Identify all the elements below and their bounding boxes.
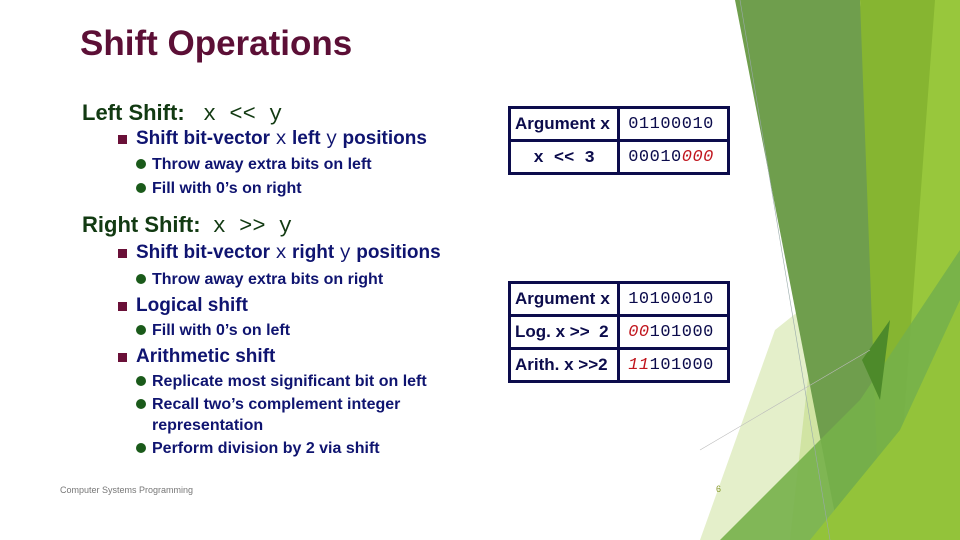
right-shift-table: Argument x 10100010 Log. x >> 2 00101000… [507, 281, 730, 383]
left-shift-bullet: Shift bit-vector x left y positions [118, 128, 427, 150]
bullet-text: Shift bit-vector [136, 128, 276, 149]
row-value: 11101000 [617, 347, 730, 383]
var-x: x [275, 128, 287, 150]
arithmetic-shift-bullet: Arithmetic shift [117, 346, 276, 367]
value-bits: 101000 [649, 322, 714, 342]
bullet-dot-icon [136, 399, 146, 409]
value-bits-highlight: 00 [628, 322, 650, 342]
arith-sub-1: Replicate most significant bit on left [136, 371, 427, 392]
bullet-dot-icon [136, 183, 146, 193]
table-row: x << 3 00010000 [507, 139, 730, 175]
sub-text: Recall two’s complement integer [152, 396, 401, 413]
bullet-text: Shift bit-vector [136, 242, 276, 263]
sub-text: Throw away extra bits on left [152, 156, 372, 173]
logical-sub-1: Fill with 0’s on left [136, 320, 291, 341]
left-shift-heading: Left Shift: x << y [82, 100, 282, 127]
row-label: Argument x [507, 281, 621, 317]
left-shift-expr: x << y [203, 102, 283, 127]
footer-text: Computer Systems Programming [60, 485, 194, 495]
value-bits-highlight: 000 [681, 147, 714, 167]
value-bits: 10100010 [628, 289, 714, 309]
sub-text: Perform division by 2 via shift [152, 440, 380, 457]
bullet-dot-icon [136, 443, 146, 453]
bullet-text: left [286, 128, 326, 149]
row-value: 00010000 [617, 139, 730, 175]
arith-sub-3: Perform division by 2 via shift [136, 438, 380, 459]
left-shift-sub-2: Fill with 0’s on right [136, 178, 302, 199]
label-text: Argument [515, 288, 600, 308]
row-value: 00101000 [617, 314, 730, 350]
value-bits: 101000 [649, 355, 714, 375]
row-label: Arith. x >>2 [507, 347, 621, 383]
label-var: x << 3 [533, 148, 595, 168]
row-label: Argument x [507, 106, 621, 142]
left-shift-sub-1: Throw away extra bits on left [136, 154, 372, 175]
logical-shift-bullet: Logical shift [118, 295, 248, 316]
bullet-text: right [286, 242, 340, 263]
value-bits: 00010 [628, 147, 682, 167]
label-var: x [600, 115, 611, 135]
var-y: y [339, 242, 351, 264]
row-label: Log. x >> 2 [507, 314, 621, 350]
sub-text: Throw away extra bits on right [152, 271, 384, 288]
table-row: Argument x 10100010 [507, 281, 730, 317]
page-number: 6 [716, 484, 722, 494]
value-bits: 01100010 [628, 114, 714, 134]
bullet-dot-icon [136, 159, 146, 169]
bullet-text: positions [337, 128, 427, 149]
table-row: Arith. x >>2 11101000 [507, 347, 730, 383]
table-row: Argument x 01100010 [507, 106, 730, 142]
var-x: x [275, 242, 287, 264]
sub-text: Replicate most significant bit on left [152, 373, 427, 390]
right-shift-label: Right Shift: [82, 212, 201, 237]
left-shift-label: Left Shift: [82, 100, 185, 125]
sub-text: Fill with 0’s on left [152, 322, 291, 339]
right-shift-sub-1: Throw away extra bits on right [136, 269, 384, 290]
label-var: x [600, 290, 611, 310]
left-shift-table: Argument x 01100010 x << 3 00010000 [507, 106, 730, 175]
bullet-dot-icon [136, 274, 146, 284]
label-text: Argument [515, 113, 600, 133]
var-y: y [325, 128, 338, 150]
bullet-dot-icon [136, 376, 146, 386]
slide-title: Shift Operations [80, 24, 353, 63]
arith-sub-2: Recall two’s complement integer [136, 394, 401, 415]
value-bits-highlight: 11 [628, 355, 650, 375]
right-shift-expr: x >> y [212, 214, 292, 239]
row-label: x << 3 [507, 139, 621, 175]
decorative-green-shapes [699, 0, 960, 540]
arith-sub-2-cont: representation [152, 417, 264, 434]
bullet-dot-icon [136, 325, 146, 335]
row-value: 10100010 [617, 281, 730, 317]
sub-text: Fill with 0’s on right [152, 180, 302, 197]
right-shift-heading: Right Shift: x >> y [82, 212, 292, 239]
bullet-text: positions [350, 242, 441, 263]
row-value: 01100010 [617, 106, 730, 142]
table-row: Log. x >> 2 00101000 [507, 314, 730, 350]
right-shift-bullet: Shift bit-vector x right y positions [118, 242, 441, 264]
